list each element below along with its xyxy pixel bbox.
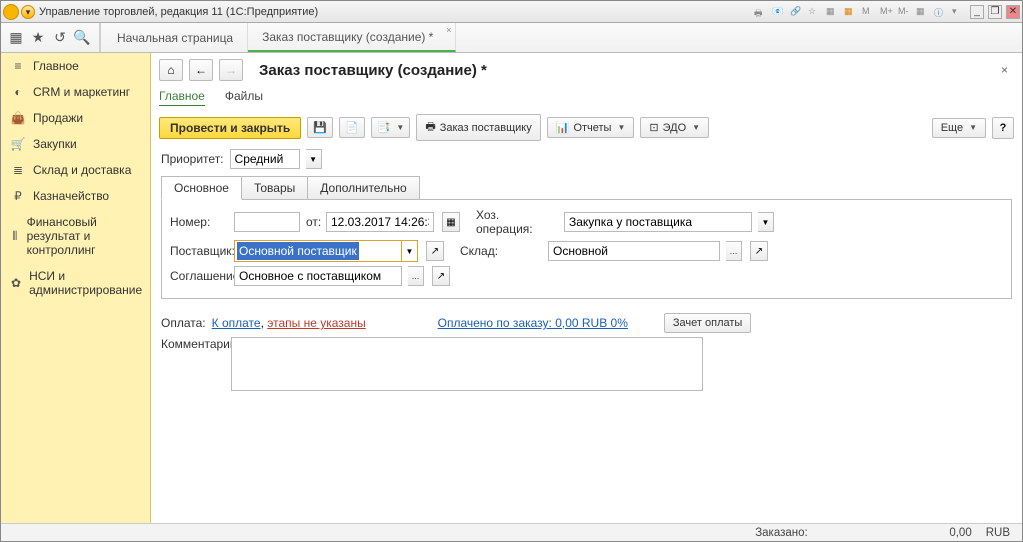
from-label: от: [306,215,320,229]
window-title: Управление торговлей, редакция 11 (1С:Пр… [35,6,754,18]
tb-star-icon[interactable]: ☆ [808,6,822,18]
help-button[interactable]: ? [992,117,1014,139]
sidebar-item-purchases[interactable]: 🛒Закупки [1,131,150,157]
tb-grid-icon[interactable]: ▦ [916,6,930,18]
memory-mplus[interactable]: M+ [880,6,894,18]
print-order-button[interactable]: 🖶 Заказ поставщику [416,114,540,141]
tab-basic[interactable]: Основное [161,176,242,200]
close-page-button[interactable]: × [995,63,1014,77]
tb-cal-icon[interactable]: ▦ [844,6,858,18]
payment-label: Оплата: [161,316,206,330]
memory-m[interactable]: M [862,6,876,18]
submit-close-button[interactable]: Провести и закрыть [159,117,301,139]
warehouse-select[interactable] [548,241,720,261]
tb-print-icon[interactable]: 🖶 [754,6,768,18]
sidebar-item-warehouse[interactable]: ≣Склад и доставка [1,157,150,183]
date-input[interactable] [326,212,434,232]
tab-extra[interactable]: Дополнительно [308,176,419,200]
priority-caret[interactable]: ▼ [306,149,322,169]
reports-button[interactable]: 📊 Отчеты▼ [547,117,635,138]
sidebar-item-main[interactable]: ≡Главное [1,53,150,79]
create-based-on-button[interactable]: 📑▼ [371,117,411,138]
history-icon[interactable]: ↺ [49,27,71,49]
sidebar-item-finance[interactable]: ⫴Финансовый результат и контроллинг [1,209,150,263]
more-button[interactable]: Еще▼ [932,118,986,138]
save-button[interactable]: 💾 [307,117,333,138]
ordered-amount: 0,00 [822,527,972,539]
search-icon[interactable]: 🔍 [71,27,93,49]
supplier-select[interactable]: Основной поставщик ▼ [234,240,418,262]
sidebar-item-admin[interactable]: ✿НСИ и администрирование [1,263,150,303]
nav-back-button[interactable]: ← [189,59,213,81]
calendar-button[interactable]: ▦ [442,212,460,232]
offset-payment-button[interactable]: Зачет оплаты [664,313,751,333]
agreement-label: Соглашение: [170,269,228,283]
comment-input[interactable] [231,337,703,391]
op-select[interactable] [564,212,752,232]
paid-link[interactable]: Оплачено по заказу: 0,00 RUB 0% [438,316,628,330]
warehouse-dots[interactable]: … [726,241,742,261]
section-sidebar: ≡Главное ◐CRM и маркетинг 👜Продажи 🛒Заку… [1,53,151,523]
sidebar-item-sales[interactable]: 👜Продажи [1,105,150,131]
subtab-files[interactable]: Файлы [225,89,263,106]
warehouse-label: Склад: [460,244,542,258]
edo-button[interactable]: ⊡ ЭДО▼ [640,117,709,138]
ruble-icon: ₽ [11,189,25,203]
tb-link-icon[interactable]: 🔗 [790,6,804,18]
tb-menu-caret[interactable]: ▾ [952,6,966,18]
apps-grid-icon[interactable]: ▦ [5,27,27,49]
agreement-open[interactable]: ↗ [432,266,450,286]
memory-mminus[interactable]: M- [898,6,912,18]
number-label: Номер: [170,215,228,229]
subtab-main[interactable]: Главное [159,89,205,106]
bag-icon: 👜 [11,111,25,125]
nav-forward-button[interactable]: → [219,59,243,81]
payment-link[interactable]: К оплате [212,316,261,330]
agreement-select[interactable] [234,266,402,286]
home-icon: ≡ [11,59,25,73]
tab-start-page[interactable]: Начальная страница [103,23,248,52]
app-icon [3,4,19,20]
sidebar-item-crm[interactable]: ◐CRM и маркетинг [1,79,150,105]
tab-order[interactable]: Заказ поставщику (создание) *× [248,23,456,52]
tb-info-icon[interactable]: ⓘ [934,6,948,18]
op-caret[interactable]: ▼ [758,212,774,232]
priority-select[interactable] [230,149,300,169]
app-icon-back[interactable]: ▾ [21,5,35,19]
comment-label: Комментарий: [161,337,225,351]
window-minimize[interactable]: _ [970,5,984,19]
supplier-open[interactable]: ↗ [426,241,444,261]
currency-label: RUB [986,527,1010,539]
tb-calc-icon[interactable]: ▦ [826,6,840,18]
gear-icon: ✿ [11,276,21,290]
sidebar-item-treasury[interactable]: ₽Казначейство [1,183,150,209]
agreement-dots[interactable]: … [408,266,424,286]
supplier-caret[interactable]: ▼ [401,241,417,261]
tb-mail-icon[interactable]: 📧 [772,6,786,18]
favorite-star-icon[interactable]: ★ [27,27,49,49]
number-input[interactable] [234,212,300,232]
warehouse-open[interactable]: ↗ [750,241,768,261]
tab-close-icon[interactable]: × [446,25,451,35]
page-title: Заказ поставщику (создание) * [259,62,487,79]
op-label: Хоз. операция: [476,208,558,236]
post-button[interactable]: 📄 [339,117,365,138]
supplier-label: Поставщик: [170,244,228,258]
tab-goods[interactable]: Товары [242,176,308,200]
list-icon: ≣ [11,163,25,177]
cart-icon: 🛒 [11,137,25,151]
nav-home-button[interactable]: ⌂ [159,59,183,81]
window-restore[interactable]: ❐ [988,5,1002,19]
window-close[interactable]: ✕ [1006,5,1020,19]
priority-label: Приоритет: [161,152,224,166]
chart-icon: ⫴ [11,229,19,244]
crm-icon: ◐ [11,85,25,99]
payment-stages[interactable]: этапы не указаны [267,316,365,330]
ordered-label: Заказано: [755,527,808,539]
